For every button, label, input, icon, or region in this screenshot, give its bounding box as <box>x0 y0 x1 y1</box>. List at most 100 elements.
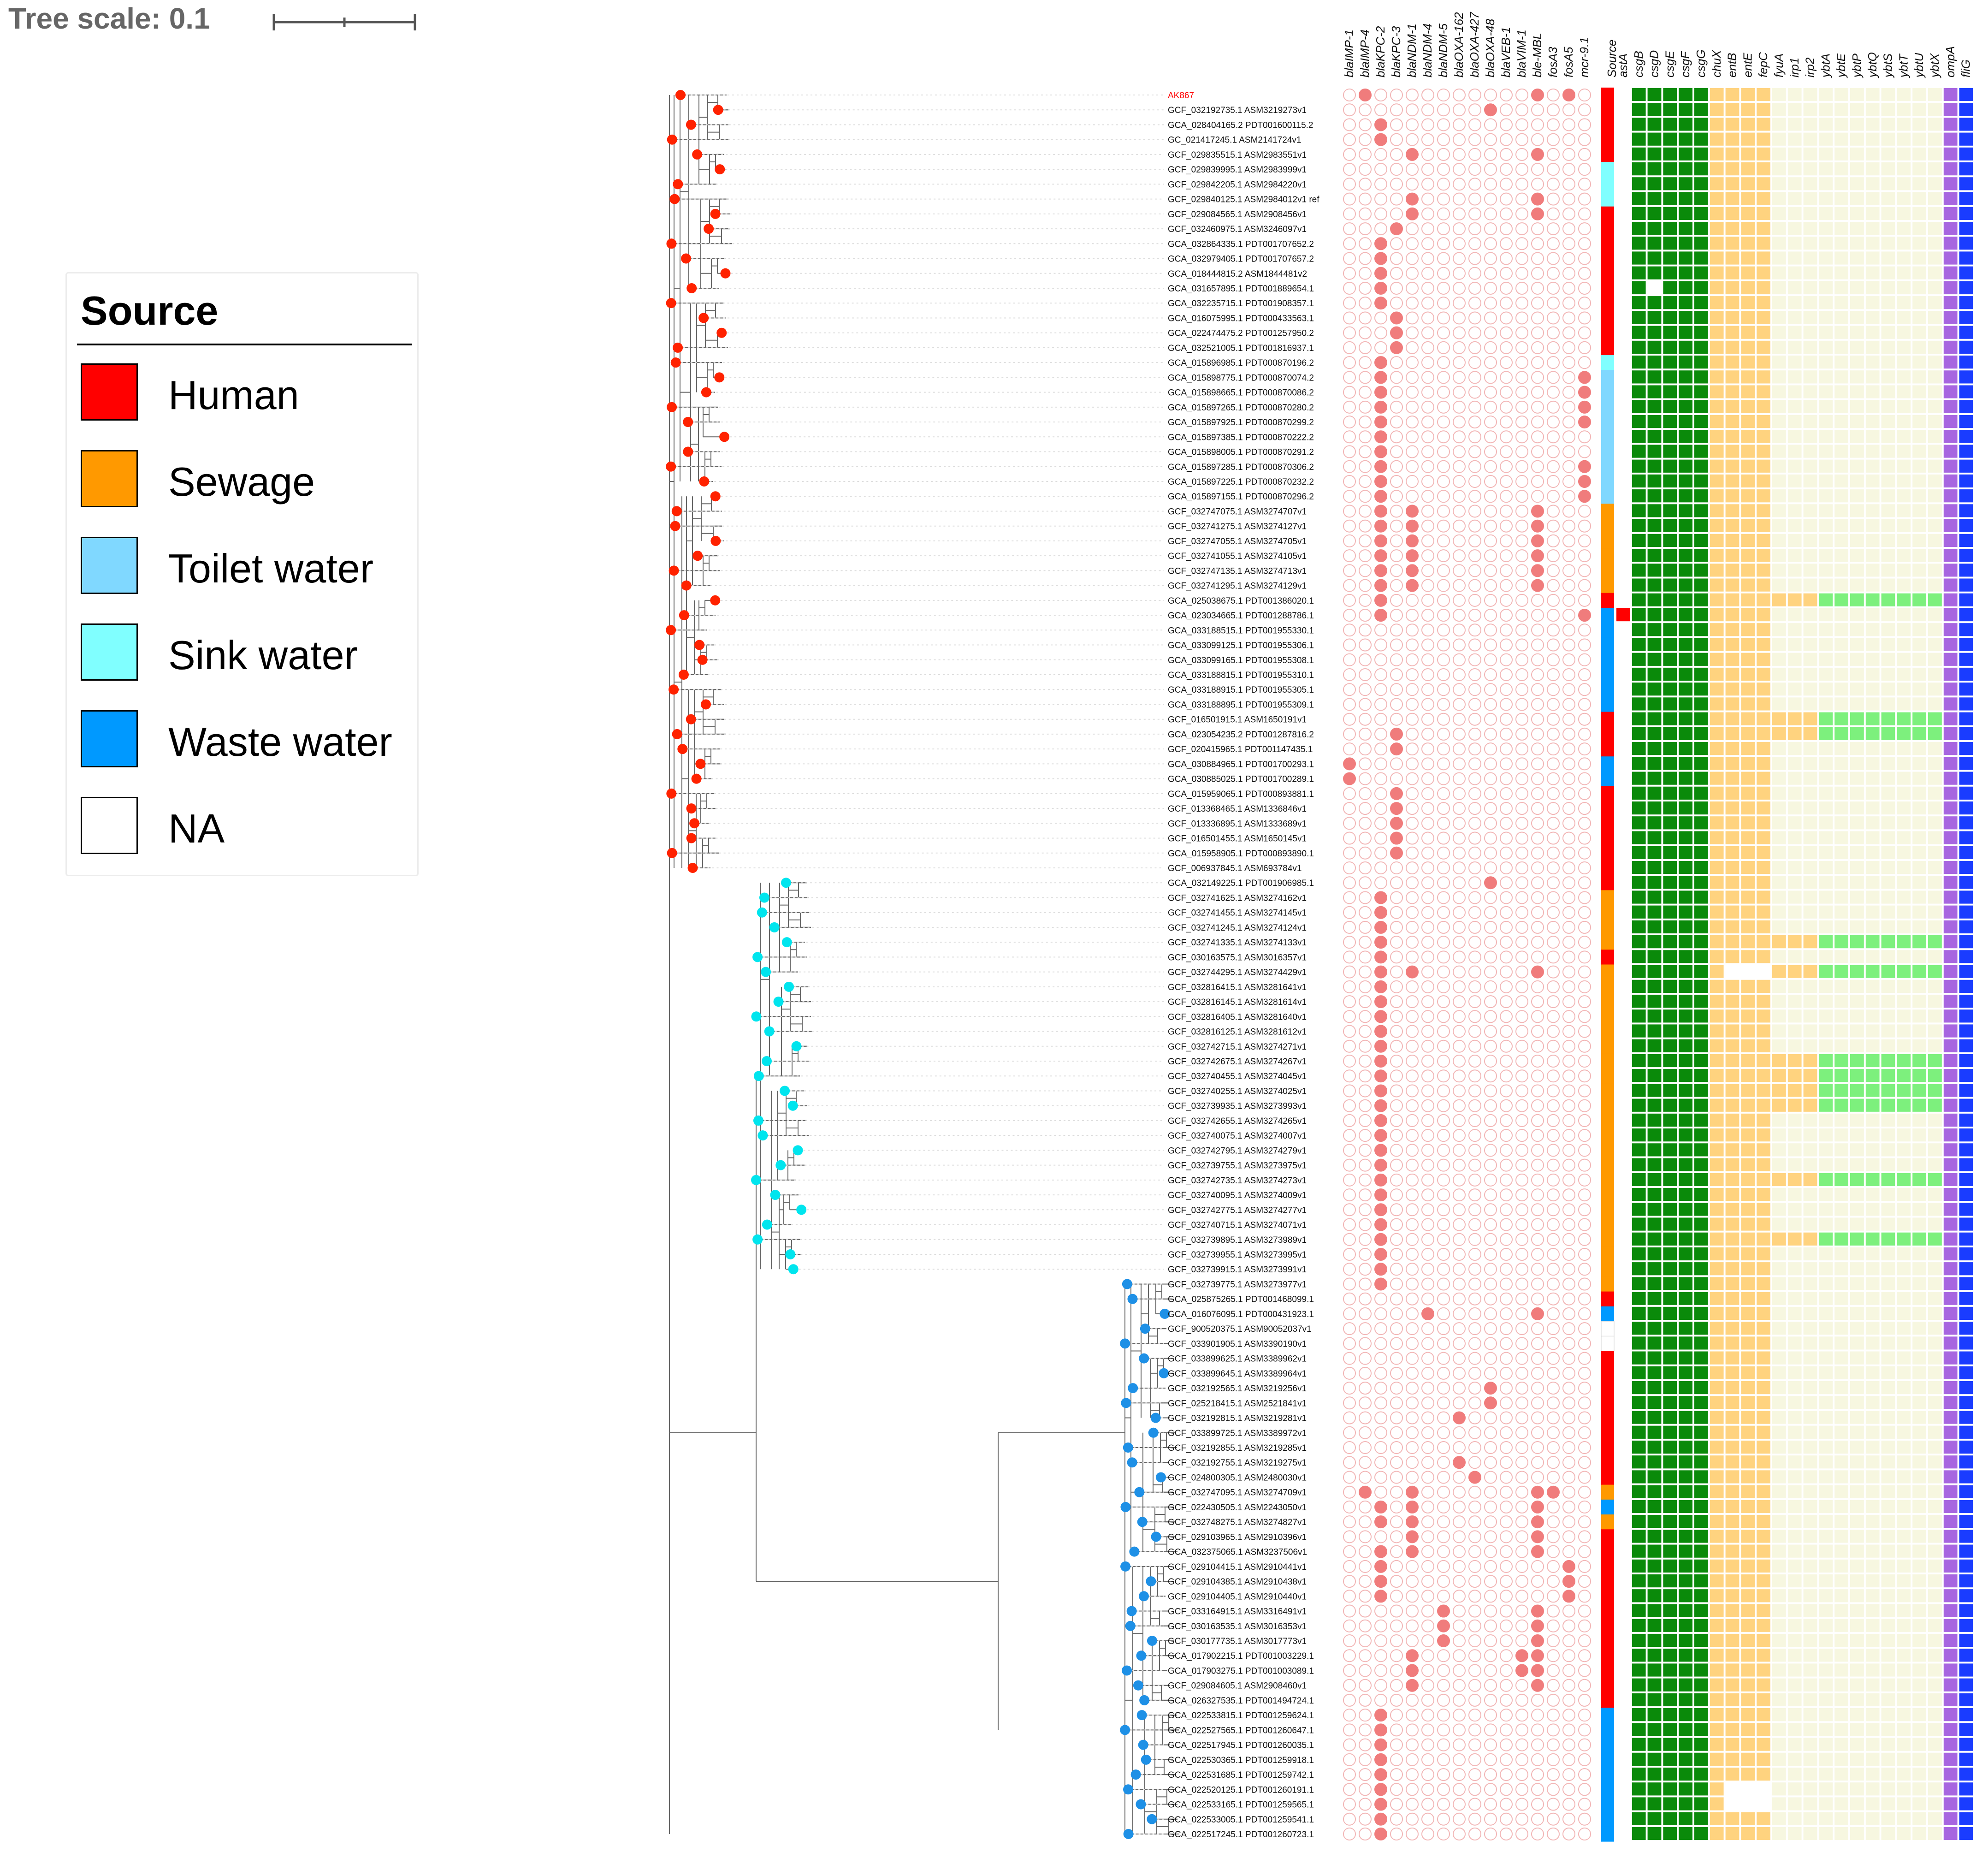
amr-absent-dot <box>1359 192 1372 206</box>
virulence-cell <box>1678 875 1693 890</box>
virulence-cell <box>1693 1380 1709 1395</box>
virulence-cell <box>1693 310 1709 325</box>
amr-absent-dot <box>1453 445 1466 458</box>
virulence-cell <box>1880 696 1896 712</box>
amr-absent-dot <box>1500 802 1513 815</box>
amr-absent-dot <box>1453 1664 1466 1677</box>
amr-absent-dot <box>1468 1114 1481 1127</box>
tip-label: GCA_032521005.1 PDT001816937.1 <box>1168 344 1314 353</box>
amr-absent-dot <box>1578 1292 1591 1306</box>
amr-absent-dot <box>1437 1590 1450 1603</box>
amr-absent-dot <box>1359 1173 1372 1187</box>
virulence-cell <box>1834 993 1849 1009</box>
virulence-cell <box>1849 1202 1865 1217</box>
virulence-cell <box>1896 146 1912 162</box>
amr-absent-dot <box>1468 237 1481 250</box>
virulence-cell <box>1693 934 1709 950</box>
amr-absent-dot <box>1343 698 1356 711</box>
virulence-cell <box>1864 1261 1881 1276</box>
amr-absent-dot <box>1406 920 1419 934</box>
amr-absent-dot <box>1531 163 1544 176</box>
amr-absent-dot <box>1515 980 1528 993</box>
amr-absent-dot <box>1484 950 1497 964</box>
amr-absent-dot <box>1578 534 1591 547</box>
amr-absent-dot <box>1390 1604 1403 1618</box>
virulence-cell <box>1693 741 1709 756</box>
virulence-cell <box>1896 473 1912 489</box>
amr-absent-dot <box>1406 252 1419 265</box>
virulence-cell <box>1864 1187 1881 1202</box>
virulence-gene-header: fyuA <box>1772 53 1786 77</box>
amr-absent-dot <box>1406 594 1419 607</box>
virulence-cell <box>1864 384 1881 399</box>
virulence-cell <box>1615 919 1631 935</box>
virulence-cell <box>1880 1425 1896 1440</box>
virulence-cell <box>1896 830 1912 845</box>
virulence-cell <box>1787 711 1803 726</box>
virulence-cell <box>1958 904 1974 920</box>
virulence-cell <box>1880 1276 1896 1291</box>
virulence-cell <box>1724 1038 1740 1053</box>
amr-absent-dot <box>1359 222 1372 236</box>
amr-absent-dot <box>1390 698 1403 711</box>
virulence-cell <box>1911 1083 1928 1098</box>
amr-absent-dot <box>1468 876 1481 890</box>
virulence-cell <box>1834 1217 1849 1232</box>
virulence-cell <box>1740 949 1756 964</box>
virulence-cell <box>1802 161 1818 177</box>
virulence-cell <box>1709 1350 1725 1365</box>
virulence-cell <box>1693 1306 1709 1321</box>
tree-tip-dot <box>761 967 771 977</box>
virulence-cell <box>1615 1128 1631 1143</box>
amr-absent-dot <box>1437 1738 1450 1751</box>
amr-absent-dot <box>1531 1471 1544 1484</box>
amr-absent-dot <box>1390 519 1403 533</box>
virulence-cell <box>1927 622 1943 637</box>
amr-absent-dot <box>1531 1233 1544 1246</box>
tip-label: GCF_029840125.1 ASM2984012v1 ref <box>1168 195 1319 205</box>
amr-absent-dot <box>1421 802 1434 815</box>
virulence-cell <box>1678 1217 1693 1232</box>
virulence-cell <box>1678 518 1693 533</box>
virulence-cell <box>1958 875 1974 890</box>
virulence-cell <box>1834 919 1849 935</box>
virulence-cell <box>1927 1068 1943 1083</box>
source-cell <box>1601 1618 1614 1634</box>
amr-absent-dot <box>1343 683 1356 696</box>
amr-absent-dot <box>1562 1679 1575 1692</box>
amr-absent-dot <box>1547 326 1560 339</box>
amr-absent-dot <box>1453 237 1466 250</box>
amr-absent-dot <box>1453 267 1466 280</box>
virulence-cell <box>1724 1009 1740 1024</box>
virulence-cell <box>1662 890 1678 905</box>
virulence-cell <box>1834 1410 1849 1425</box>
amr-absent-dot <box>1437 1173 1450 1187</box>
virulence-cell <box>1802 458 1818 474</box>
source-cell <box>1601 1276 1614 1292</box>
tip-label: GCA_017902215.1 PDT001003229.1 <box>1168 1651 1314 1661</box>
amr-absent-dot <box>1500 1709 1513 1722</box>
amr-absent-dot <box>1547 1203 1560 1217</box>
amr-present-dot <box>1531 1604 1544 1618</box>
source-cell <box>1601 310 1614 326</box>
virulence-cell <box>1709 1009 1725 1024</box>
amr-absent-dot <box>1484 1768 1497 1781</box>
amr-absent-dot <box>1484 817 1497 830</box>
virulence-cell <box>1709 1336 1725 1351</box>
virulence-cell <box>1709 1128 1725 1143</box>
virulence-cell <box>1615 652 1631 667</box>
source-cell <box>1601 1321 1615 1337</box>
virulence-cell <box>1724 756 1740 771</box>
virulence-cell <box>1662 117 1678 132</box>
virulence-cell <box>1709 875 1725 890</box>
virulence-cell <box>1631 830 1647 845</box>
amr-absent-dot <box>1515 1144 1528 1157</box>
virulence-cell <box>1864 830 1881 845</box>
amr-absent-dot <box>1484 1129 1497 1142</box>
amr-absent-dot <box>1421 1411 1434 1425</box>
virulence-cell <box>1693 1395 1709 1410</box>
amr-absent-dot <box>1406 297 1419 310</box>
amr-absent-dot <box>1343 1441 1356 1454</box>
virulence-cell <box>1615 1261 1631 1276</box>
amr-absent-dot <box>1547 1411 1560 1425</box>
